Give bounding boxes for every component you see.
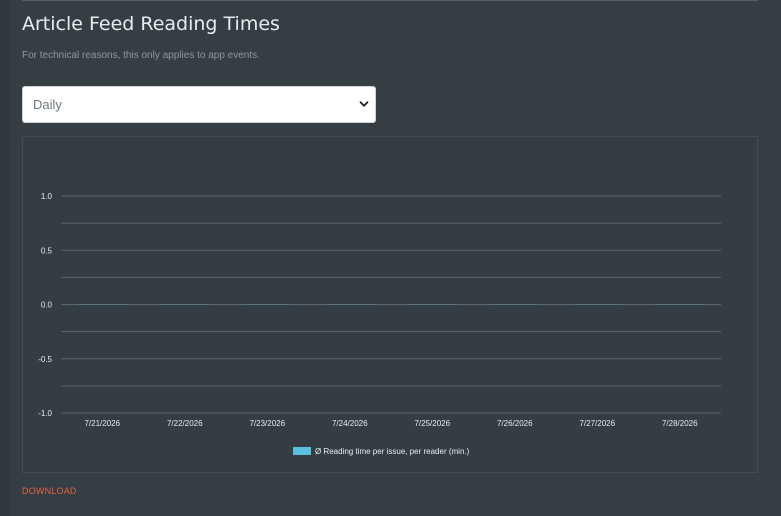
x-tick-label: 7/28/2026	[662, 419, 698, 428]
y-tick-label: -1.0	[38, 409, 52, 418]
y-tick-label: 1.0	[41, 192, 53, 201]
x-tick-label: 7/27/2026	[579, 419, 615, 428]
chart-bar[interactable]	[75, 304, 129, 306]
y-tick-label: 0.5	[41, 246, 53, 255]
chart-bar[interactable]	[323, 304, 377, 306]
page-title: Article Feed Reading Times	[22, 13, 280, 35]
chart-canvas: 1.0 0.5 0.0 -0.5 -1.0 7/21/2026 7/22/2026 7/23…	[38, 192, 721, 456]
x-tick-label: 7/24/2026	[332, 419, 368, 428]
legend-label[interactable]: Ø Reading time per issue, per reader (mi…	[315, 447, 470, 456]
x-tick-label: 7/25/2026	[414, 419, 450, 428]
period-select-value: Daily	[33, 97, 62, 112]
x-tick-label: 7/22/2026	[167, 419, 203, 428]
reading-times-chart: 1.0 0.5 0.0 -0.5 -1.0 7/21/2026 7/22/2026 7/23…	[22, 136, 758, 473]
chart-bar[interactable]	[158, 304, 212, 306]
download-link[interactable]: DOWNLOAD	[22, 486, 77, 496]
chart-bar[interactable]	[653, 304, 707, 306]
chart-bar[interactable]	[488, 304, 542, 306]
chart-bar[interactable]	[240, 304, 294, 306]
y-tick-label: 0.0	[41, 301, 53, 310]
divider	[22, 0, 758, 1]
x-axis-ticks: 7/21/2026 7/22/2026 7/23/2026 7/24/2026 7/25…	[84, 419, 698, 428]
x-tick-label: 7/21/2026	[84, 419, 120, 428]
chevron-down-icon	[359, 101, 369, 107]
y-tick-label: -0.5	[38, 355, 52, 364]
chart-bar[interactable]	[405, 304, 459, 306]
x-tick-label: 7/26/2026	[497, 419, 533, 428]
y-axis-ticks: 1.0 0.5 0.0 -0.5 -1.0	[38, 192, 52, 418]
chart-legend: Ø Reading time per issue, per reader (mi…	[293, 447, 470, 456]
page-subtitle: For technical reasons, this only applies…	[22, 50, 260, 61]
legend-swatch	[293, 447, 311, 455]
chart-bar[interactable]	[570, 304, 624, 306]
x-tick-label: 7/23/2026	[249, 419, 285, 428]
period-select[interactable]: Daily	[22, 86, 376, 123]
